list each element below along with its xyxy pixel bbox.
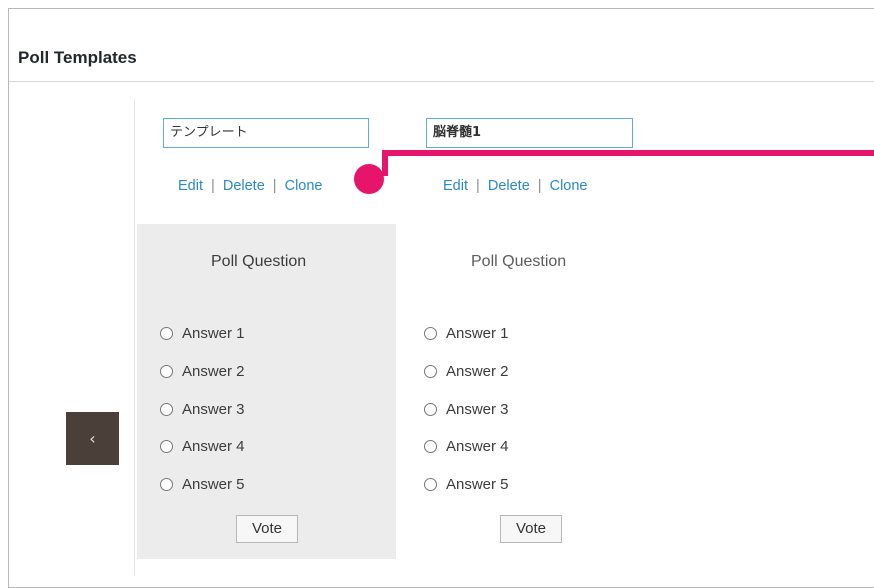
answer-option[interactable]: Answer 2 bbox=[424, 363, 509, 380]
action-separator: | bbox=[476, 178, 480, 194]
action-separator: | bbox=[537, 178, 542, 194]
answer-option[interactable]: Answer 4 bbox=[424, 438, 509, 455]
radio-icon[interactable] bbox=[160, 440, 173, 453]
answer-label: Answer 4 bbox=[182, 438, 245, 455]
radio-icon[interactable] bbox=[424, 403, 437, 416]
answer-option[interactable]: Answer 5 bbox=[424, 476, 509, 493]
title-divider bbox=[9, 81, 874, 82]
template-preview-selected bbox=[137, 224, 396, 559]
answer-label: Answer 5 bbox=[446, 476, 509, 493]
prev-template-button[interactable]: ‹ bbox=[66, 412, 119, 465]
vote-button[interactable]: Vote bbox=[500, 515, 562, 543]
poll-question: Poll Question bbox=[211, 253, 307, 270]
template-actions: Edit | Delete | Clone bbox=[178, 178, 323, 194]
template-name-input[interactable]: 脳脊髄1 bbox=[426, 118, 633, 148]
callout-line bbox=[384, 150, 874, 156]
answer-option[interactable]: Answer 3 bbox=[160, 401, 245, 418]
answer-label: Answer 5 bbox=[182, 476, 245, 493]
answer-option[interactable]: Answer 1 bbox=[160, 325, 245, 342]
clone-link[interactable]: Clone bbox=[285, 178, 323, 194]
column-divider bbox=[134, 99, 135, 575]
delete-link[interactable]: Delete bbox=[223, 178, 265, 194]
radio-icon[interactable] bbox=[160, 478, 173, 491]
radio-icon[interactable] bbox=[160, 327, 173, 340]
answer-label: Answer 2 bbox=[446, 363, 509, 380]
edit-link[interactable]: Edit bbox=[443, 178, 468, 194]
answer-label: Answer 1 bbox=[446, 325, 509, 342]
answer-label: Answer 1 bbox=[182, 325, 245, 342]
edit-link[interactable]: Edit bbox=[178, 178, 203, 194]
vote-button[interactable]: Vote bbox=[236, 515, 298, 543]
radio-icon[interactable] bbox=[424, 478, 437, 491]
answer-label: Answer 2 bbox=[182, 363, 245, 380]
radio-icon[interactable] bbox=[424, 327, 437, 340]
panel-title: Poll Templates bbox=[18, 48, 137, 67]
template-actions: Edit | Delete | Clone bbox=[443, 178, 588, 194]
delete-link[interactable]: Delete bbox=[488, 178, 530, 194]
radio-icon[interactable] bbox=[160, 403, 173, 416]
answer-option[interactable]: Answer 3 bbox=[424, 401, 509, 418]
action-separator: | bbox=[211, 178, 215, 194]
template-name-input[interactable]: テンプレート bbox=[163, 118, 369, 148]
answer-option[interactable]: Answer 2 bbox=[160, 363, 245, 380]
radio-icon[interactable] bbox=[160, 365, 173, 378]
answer-option[interactable]: Answer 1 bbox=[424, 325, 509, 342]
answer-label: Answer 3 bbox=[182, 401, 245, 418]
answer-label: Answer 3 bbox=[446, 401, 509, 418]
poll-question: Poll Question bbox=[471, 253, 567, 270]
answer-label: Answer 4 bbox=[446, 438, 509, 455]
answer-option[interactable]: Answer 5 bbox=[160, 476, 245, 493]
callout-line-connector bbox=[382, 150, 388, 176]
chevron-left-icon: ‹ bbox=[89, 429, 96, 448]
clone-link[interactable]: Clone bbox=[550, 178, 588, 194]
callout-dot bbox=[354, 164, 384, 194]
radio-icon[interactable] bbox=[424, 440, 437, 453]
radio-icon[interactable] bbox=[424, 365, 437, 378]
action-separator: | bbox=[272, 178, 277, 194]
answer-option[interactable]: Answer 4 bbox=[160, 438, 245, 455]
